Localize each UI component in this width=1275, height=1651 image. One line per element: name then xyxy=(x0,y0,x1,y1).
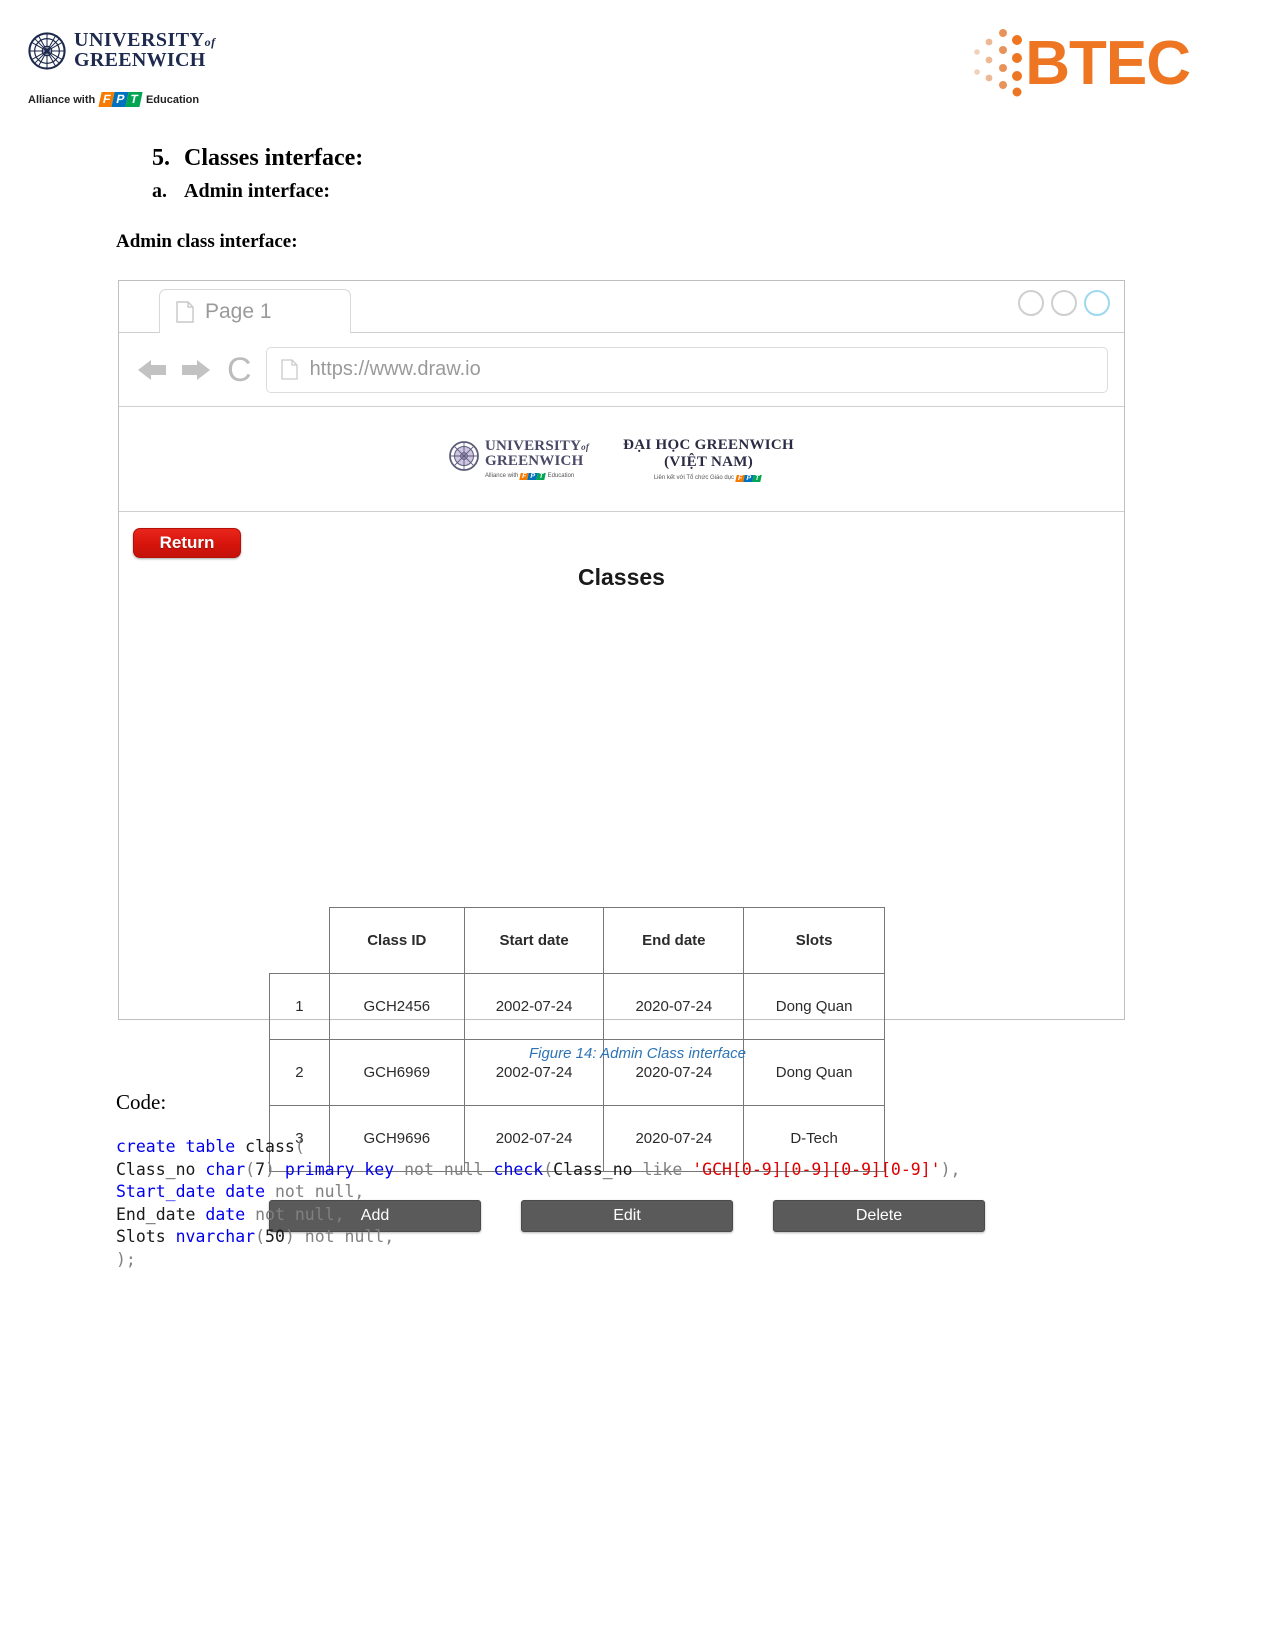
banner-alliance-suffix: Education xyxy=(547,473,575,479)
classes-table: Class ID Start date End date Slots 1 GCH… xyxy=(269,907,885,1172)
fpt-letter-t: T xyxy=(752,474,763,482)
fpt-logo-icon: FPT xyxy=(735,474,763,482)
section-heading: 5. Classes interface: xyxy=(152,145,363,172)
btec-logo: BTEC xyxy=(973,28,1191,100)
table-header-row: Class ID Start date End date Slots xyxy=(270,907,885,974)
subsection-number: a. xyxy=(152,180,167,202)
cell-class-id: GCH2456 xyxy=(328,973,465,1040)
document-icon xyxy=(176,301,194,323)
alliance-suffix-text: Education xyxy=(145,93,200,106)
minimize-circle-icon[interactable] xyxy=(1018,290,1044,316)
classes-table-wrapper: Class ID Start date End date Slots 1 GCH… xyxy=(269,907,885,1172)
column-header-end-date: End date xyxy=(603,907,745,974)
app-banner: UNIVERSITYof GREENWICH Alliance with FPT… xyxy=(119,407,1124,512)
table-corner-cell xyxy=(270,908,330,974)
banner-uog-line2: GREENWICH xyxy=(484,452,584,469)
banner-vn-alliance-text: Liên kết với Tổ chức Giáo dục xyxy=(653,475,735,481)
cell-start-date: 2002-07-24 xyxy=(463,973,605,1040)
btec-dots-icon xyxy=(974,29,1023,97)
uog-line2-text: GREENWICH xyxy=(74,49,206,71)
fpt-logo-icon: FPT xyxy=(519,472,547,480)
banner-vn-line2: (VIỆT NAM) xyxy=(664,453,754,470)
browser-tab-label: Page 1 xyxy=(205,300,272,323)
column-header-start-date: Start date xyxy=(463,907,605,974)
banner-uog-line1: UNIVERSITY xyxy=(484,437,582,454)
app-page-title: Classes xyxy=(578,564,665,590)
reload-icon[interactable]: C xyxy=(227,353,252,387)
return-button[interactable]: Return xyxy=(133,528,241,558)
banner-vn-alliance: Liên kết với Tổ chức Giáo dục FPT xyxy=(623,474,794,482)
browser-tab-page-1[interactable]: Page 1 xyxy=(159,289,351,334)
table-row[interactable]: 1 GCH2456 2002-07-24 2020-07-24 Dong Qua… xyxy=(269,973,885,1040)
banner-university-logo: UNIVERSITYof GREENWICH Alliance with FPT… xyxy=(449,437,590,480)
arrow-right-icon[interactable] xyxy=(179,356,213,384)
column-header-class-id: Class ID xyxy=(328,907,465,974)
fpt-letter-t: T xyxy=(125,92,143,108)
column-header-slots: Slots xyxy=(743,907,885,974)
university-seal-icon xyxy=(449,440,479,471)
section-number: 5. xyxy=(152,145,170,171)
browser-mockup: Page 1 C https://www.draw.io UNIVERSITYo… xyxy=(118,280,1125,1232)
page-header: UNIVERSITYof GREENWICH Alliance with FPT… xyxy=(0,0,1275,130)
university-of-greenwich-logo: UNIVERSITYof GREENWICH xyxy=(28,30,216,70)
university-seal-icon xyxy=(28,32,66,70)
banner-vn-line1: ĐẠI HỌC GREENWICH xyxy=(623,436,795,453)
alliance-prefix-text: Alliance with xyxy=(28,93,96,106)
fpt-letter-t: T xyxy=(536,472,547,480)
banner-uog-line1-suffix: of xyxy=(581,441,590,452)
row-index: 1 xyxy=(269,973,330,1040)
body-heading: Admin class interface: xyxy=(116,231,298,252)
code-label: Code: xyxy=(116,1090,167,1114)
document-icon xyxy=(280,359,298,380)
btec-wordmark: BTEC xyxy=(1025,29,1191,98)
uog-line1-text: UNIVERSITY xyxy=(74,29,205,51)
subsection-title: Admin interface: xyxy=(184,180,331,202)
banner-vietnam-title: ĐẠI HỌC GREENWICH (VIỆT NAM) Liên kết vớ… xyxy=(623,437,794,482)
maximize-circle-icon[interactable] xyxy=(1051,290,1077,316)
banner-alliance-lockup: Alliance with FPT Education xyxy=(484,472,589,480)
arrow-left-icon[interactable] xyxy=(135,356,169,384)
figure-caption: Figure 14: Admin Class interface xyxy=(528,1045,747,1062)
close-circle-icon[interactable] xyxy=(1084,290,1110,316)
fpt-alliance-lockup: Alliance with FPT Education xyxy=(28,92,200,108)
browser-toolbar: C https://www.draw.io xyxy=(119,333,1124,407)
window-controls xyxy=(1018,290,1110,316)
subsection-heading: a. Admin interface: xyxy=(152,180,330,203)
browser-tab-bar: Page 1 xyxy=(119,281,1124,334)
fpt-logo-icon: FPT xyxy=(98,92,143,108)
cell-end-date: 2020-07-24 xyxy=(603,973,745,1040)
app-body: Return Classes Class ID Start date End d… xyxy=(119,512,1124,1232)
sql-code-block: create table class( Class_no char(7) pri… xyxy=(116,1137,961,1269)
cell-slots: Dong Quan xyxy=(743,973,885,1040)
uog-line1-suffix: of xyxy=(204,35,216,49)
url-text: https://www.draw.io xyxy=(309,358,481,380)
banner-alliance-prefix: Alliance with xyxy=(484,473,519,479)
section-title: Classes interface: xyxy=(184,145,364,171)
url-input[interactable]: https://www.draw.io xyxy=(265,346,1108,393)
